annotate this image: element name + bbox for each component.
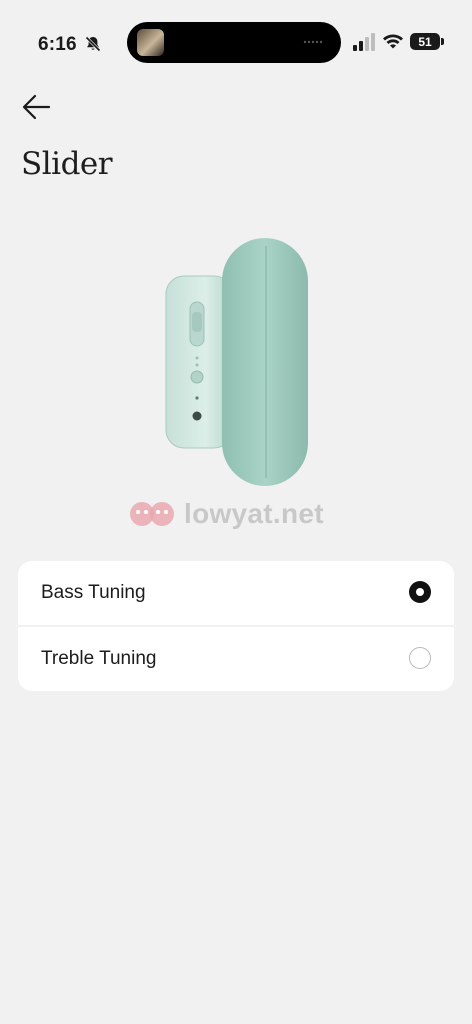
- bell-slash-icon: [85, 36, 101, 52]
- audio-waveform-icon: [303, 40, 323, 44]
- option-label: Bass Tuning: [41, 582, 146, 603]
- radio-unselected-icon[interactable]: [409, 647, 431, 669]
- radio-selected-icon[interactable]: [409, 581, 431, 603]
- watermark-text: lowyat.net: [184, 498, 324, 529]
- arrow-left-icon[interactable]: [20, 90, 56, 124]
- option-treble-tuning[interactable]: Treble Tuning: [18, 627, 454, 691]
- status-bar: 6:16 51: [0, 0, 472, 86]
- wifi-icon: [383, 34, 403, 49]
- battery-icon: 51: [410, 33, 440, 50]
- headphone-product-image: [165, 238, 308, 486]
- page-title: Slider: [21, 146, 113, 182]
- battery-level: 51: [418, 34, 432, 49]
- signal-icon: [353, 33, 375, 51]
- dynamic-island[interactable]: [127, 22, 341, 63]
- option-label: Treble Tuning: [41, 648, 157, 669]
- status-time: 6:16: [38, 34, 77, 55]
- tuning-options-card: Bass Tuning Treble Tuning: [18, 561, 454, 691]
- watermark: lowyat.net: [126, 496, 346, 532]
- watermark-logo-icon: [130, 502, 174, 526]
- option-bass-tuning[interactable]: Bass Tuning: [18, 561, 454, 625]
- battery-cap: [441, 38, 444, 45]
- now-playing-artwork[interactable]: [137, 29, 164, 56]
